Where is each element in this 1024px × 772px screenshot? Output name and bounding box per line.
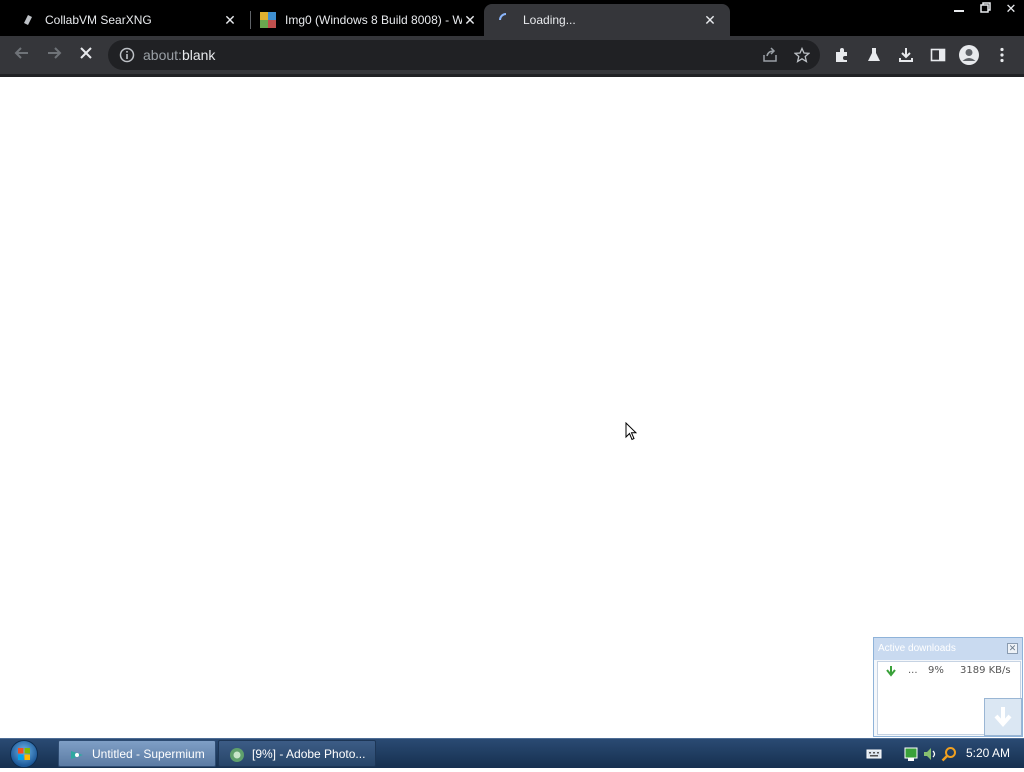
taskbar-button-label: Untitled - Supermium <box>92 747 205 761</box>
tab-separator <box>250 11 251 29</box>
download-arrow-icon <box>886 665 896 680</box>
search-icon[interactable] <box>941 746 957 762</box>
supermium-icon <box>69 746 85 762</box>
close-window-icon[interactable]: ✕ <box>998 0 1024 18</box>
tab-img0[interactable]: Img0 (Windows 8 Build 8008) - W ✕ <box>254 4 484 36</box>
download-percent: 9% <box>928 665 944 676</box>
taskbar-button-photoshop[interactable]: [9%] - Adobe Photo... <box>218 740 376 767</box>
network-icon[interactable] <box>904 746 920 762</box>
mouse-cursor-icon <box>625 421 638 446</box>
clock[interactable]: 5:20 AM <box>963 739 1013 768</box>
side-panel-icon[interactable] <box>928 45 948 65</box>
address-bar[interactable]: about:blank <box>108 40 820 70</box>
wallpaper-thumbnail-icon <box>260 12 276 28</box>
menu-kebab-icon[interactable] <box>992 45 1012 65</box>
extensions-puzzle-icon[interactable] <box>832 45 852 65</box>
close-panel-icon[interactable]: ✕ <box>1007 643 1018 654</box>
tab-strip: CollabVM SearXNG ✕ Img0 (Windows 8 Build… <box>0 0 1024 36</box>
download-name: ... <box>908 665 918 676</box>
close-tab-icon[interactable]: ✕ <box>222 12 238 28</box>
profile-avatar-icon[interactable] <box>958 44 980 66</box>
download-row[interactable]: ... 9% 3189 KB/s <box>878 665 1018 679</box>
page-content[interactable] <box>0 77 1024 738</box>
back-arrow-icon[interactable] <box>10 43 34 67</box>
labs-flask-icon[interactable] <box>864 45 884 65</box>
close-tab-icon[interactable]: ✕ <box>462 12 478 28</box>
share-icon[interactable] <box>760 45 780 65</box>
url-host: blank <box>181 47 216 63</box>
tab-loading[interactable]: Loading... ✕ <box>484 4 730 36</box>
stop-loading-icon[interactable] <box>74 43 98 67</box>
volume-icon[interactable] <box>922 746 938 762</box>
info-icon[interactable] <box>119 47 135 68</box>
minimize-icon[interactable] <box>946 0 972 18</box>
download-panel-header: Active downloads <box>874 638 1022 660</box>
download-panel-arrow-icon[interactable] <box>984 698 1022 736</box>
tab-collabvm-searxng[interactable]: CollabVM SearXNG ✕ <box>14 4 244 36</box>
download-speed: 3189 KB/s <box>960 665 1011 676</box>
taskbar-button-label: [9%] - Adobe Photo... <box>252 747 366 761</box>
taskbar: Untitled - Supermium [9%] - Adobe Photo.… <box>0 738 1024 768</box>
tab-title: Img0 (Windows 8 Build 8008) - W <box>285 13 462 27</box>
bookmark-star-icon[interactable] <box>792 45 812 65</box>
browser-toolbar: about:blank <box>0 36 1024 74</box>
window-controls: ✕ <box>946 0 1024 20</box>
forward-arrow-icon[interactable] <box>42 43 66 67</box>
download-icon[interactable] <box>896 45 916 65</box>
loading-spinner-icon <box>498 12 514 28</box>
close-tab-icon[interactable]: ✕ <box>702 12 718 28</box>
keyboard-icon[interactable] <box>866 746 882 762</box>
restore-icon[interactable] <box>972 0 998 18</box>
url-text: about:blank <box>143 40 215 70</box>
tab-title: CollabVM SearXNG <box>45 13 152 27</box>
searxng-icon <box>20 12 36 28</box>
download-panel: Active downloads ✕ ... 9% 3189 KB/s <box>873 637 1023 737</box>
tab-title: Loading... <box>523 13 576 27</box>
photoshop-icon <box>229 746 245 762</box>
windows-logo-icon <box>18 748 30 760</box>
taskbar-button-supermium[interactable]: Untitled - Supermium <box>58 740 216 767</box>
start-button[interactable] <box>10 740 38 768</box>
url-scheme: about: <box>143 47 182 63</box>
